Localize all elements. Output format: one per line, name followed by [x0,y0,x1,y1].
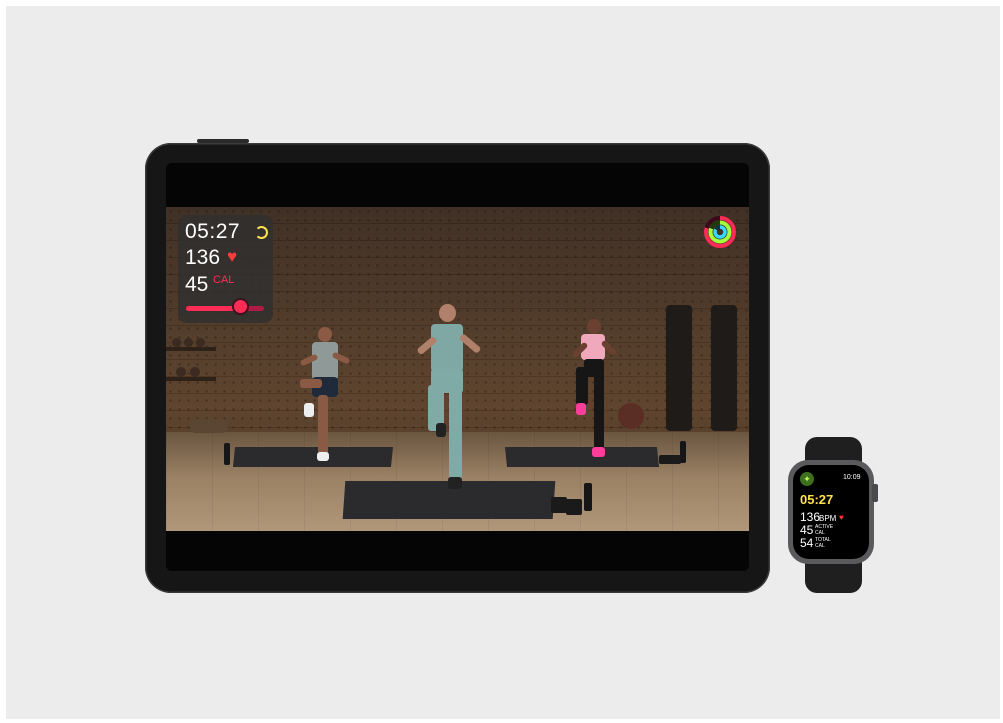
activity-rings-icon [704,216,736,248]
burn-bar-indicator-icon [232,298,250,315]
exercise-mat-right [504,447,660,467]
sneaker [448,477,462,489]
sneaker [304,403,314,417]
sneaker [317,452,329,461]
floor-ropes [190,419,228,433]
weight-ball [190,367,200,377]
weight-ball [176,367,186,377]
shelf [166,377,216,381]
heart-rate-value: 136 [185,246,221,269]
water-bottle [584,483,592,511]
watch-heart-rate: 136 [800,510,821,524]
burn-bar [186,306,264,311]
leg [318,395,328,455]
digital-crown[interactable] [872,484,878,502]
timer-ring-icon [255,226,268,239]
workout-video[interactable]: 05:27 136 ♥ 45 CAL [166,207,749,531]
weight-ball [172,338,181,347]
watch-total-calories: 54 [800,536,814,550]
leg [594,373,604,451]
workout-metrics-panel: 05:27 136 ♥ 45 CAL [178,215,273,323]
watch-elapsed-time: 05:27 [800,492,834,507]
medicine-ball [618,403,644,429]
raised-knee [576,367,588,405]
rowing-machine [666,305,692,431]
dumbbell [659,455,681,464]
watch-total-calories-unit-cal: CAL [815,543,825,549]
sneaker [436,423,446,437]
head [439,304,456,322]
dumbbell [551,497,567,513]
heart-icon: ♥ [227,247,238,266]
watch-screen: ✦ 10:09 05:27 136 BPM ♥ 45 ACTIVE CAL 54… [793,465,869,559]
weight-ball [196,338,205,347]
water-bottle [224,443,230,465]
sneaker [576,403,586,415]
shelf [166,347,216,351]
watch-active-calories-unit-cal: CAL [815,530,825,536]
head [587,319,601,334]
rowing-machine [711,305,737,431]
heart-icon: ♥ [839,513,844,522]
calories-unit: CAL [213,274,235,286]
watch-clock: 10:09 [843,474,861,481]
elapsed-time: 05:27 [185,220,241,243]
raised-knee [300,379,322,388]
sneaker [592,447,605,457]
ipad-screen: 05:27 136 ♥ 45 CAL [166,163,749,571]
watch-active-calories: 45 [800,523,814,537]
tank-top [431,324,463,372]
dumbbell [566,499,582,515]
exercise-mat-left [232,447,394,467]
head [318,327,332,342]
weight-ball [184,338,193,347]
watch-heart-rate-unit: BPM [819,514,837,523]
calories-value: 45 [185,273,209,296]
leg [449,387,462,479]
running-figure-icon: ✦ [800,472,814,486]
tank-top [312,342,338,380]
